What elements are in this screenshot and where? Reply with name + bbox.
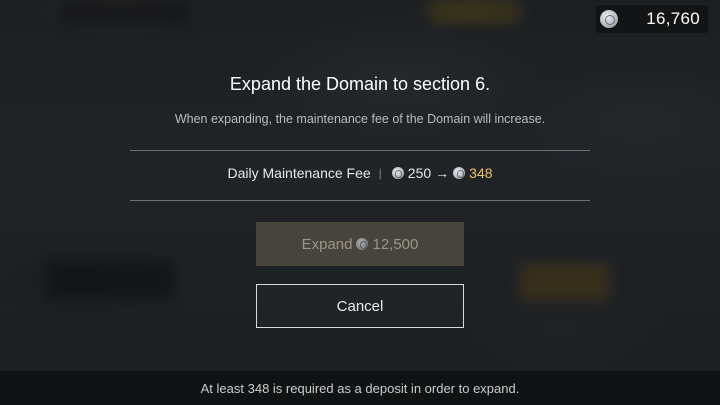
silver-coin-icon xyxy=(391,167,404,179)
divider xyxy=(130,150,590,151)
fee-label: Daily Maintenance Fee xyxy=(227,165,371,181)
new-fee-value: 348 xyxy=(469,165,493,181)
silver-coin-icon xyxy=(600,10,618,28)
cancel-button-label: Cancel xyxy=(336,297,384,315)
current-fee-value: 250 xyxy=(407,165,432,181)
dialog-subtitle: When expanding, the maintenance fee of t… xyxy=(174,112,546,126)
currency-amount: 16,760 xyxy=(646,9,700,28)
dialog-title: Expand the Domain to section 6. xyxy=(229,74,491,94)
cancel-button[interactable]: Cancel xyxy=(256,284,464,328)
modal-overlay xyxy=(0,0,720,405)
expand-cost-value: 12,500 xyxy=(372,235,419,253)
currency-display: 16,760 xyxy=(596,5,708,33)
silver-coin-icon xyxy=(453,167,466,179)
expand-button[interactable]: Expand 12,500 xyxy=(256,222,464,266)
game-screen: 16,760 Expand the Domain to section 6. W… xyxy=(0,0,720,405)
maintenance-fee-row: Daily Maintenance Fee | 250 → 348 xyxy=(0,165,720,181)
expand-button-label: Expand xyxy=(301,235,353,253)
fee-separator: | xyxy=(378,166,382,180)
divider xyxy=(130,200,590,201)
footer-message-bar: At least 348 is required as a deposit in… xyxy=(0,371,720,405)
arrow-right-icon: → xyxy=(435,165,450,181)
silver-coin-icon xyxy=(356,238,369,250)
deposit-requirement-message: At least 348 is required as a deposit in… xyxy=(200,380,520,396)
